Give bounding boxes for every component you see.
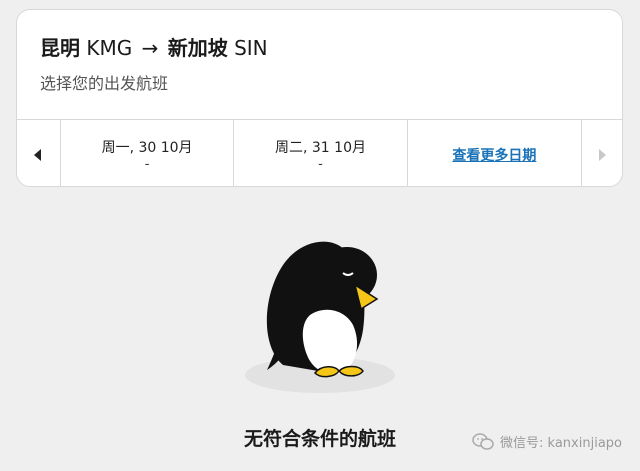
watermark-text: 微信号: kanxinjiapo (500, 436, 622, 451)
dest-code: SIN (234, 36, 268, 60)
date-price: - (318, 156, 323, 172)
more-dates-cell: 查看更多日期 (408, 120, 581, 186)
sad-penguin-illustration (235, 205, 405, 395)
origin-city: 昆明 (40, 36, 80, 60)
prev-dates-button[interactable] (17, 120, 61, 186)
date-option-1[interactable]: 周一, 30 10月 - (61, 120, 235, 186)
caret-left-icon (34, 148, 42, 161)
route-title: 昆明 KMG → 新加坡 SIN (40, 36, 268, 60)
flight-search-card: 昆明 KMG → 新加坡 SIN 选择您的出发航班 周一, 30 10月 - 周… (16, 9, 623, 187)
date-option-2[interactable]: 周二, 31 10月 - (234, 120, 408, 186)
date-label: 周一, 30 10月 (101, 139, 193, 156)
watermark: 微信号: kanxinjiapo (472, 432, 622, 451)
page-subtitle: 选择您的出发航班 (40, 74, 169, 93)
more-dates-link[interactable]: 查看更多日期 (452, 145, 536, 165)
date-selector: 周一, 30 10月 - 周二, 31 10月 - 查看更多日期 (17, 119, 622, 186)
dest-city: 新加坡 (167, 36, 228, 60)
caret-right-icon (599, 148, 607, 161)
wechat-icon (472, 432, 494, 450)
origin-code: KMG (86, 36, 133, 60)
date-label: 周二, 31 10月 (275, 139, 366, 156)
date-price: - (144, 156, 150, 172)
next-dates-button[interactable] (581, 120, 622, 186)
route-arrow: → (141, 36, 159, 60)
